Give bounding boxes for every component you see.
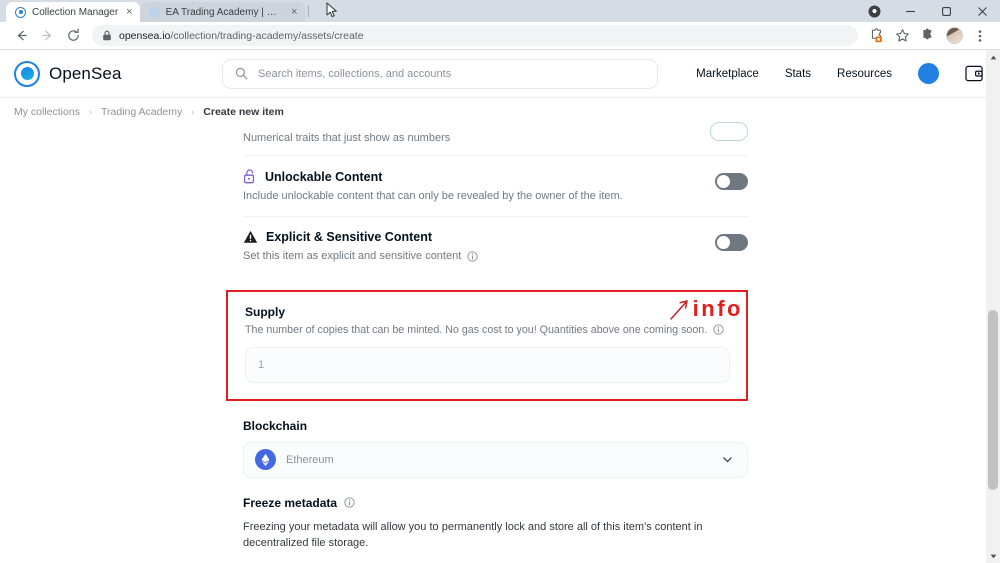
freeze-metadata-label: Freeze metadata: [243, 495, 338, 510]
wallet-icon[interactable]: [965, 65, 984, 82]
scroll-up-arrow-icon[interactable]: [986, 50, 1000, 64]
explicit-content-title-group: Explicit & Sensitive Content: [243, 230, 478, 244]
supply-input[interactable]: 1: [245, 346, 730, 383]
explicit-content-description: Set this item as explicit and sensitive …: [243, 249, 462, 262]
nav-link-stats[interactable]: Stats: [785, 68, 811, 80]
search-input[interactable]: Search items, collections, and accounts: [222, 58, 658, 89]
tab-divider: [307, 5, 309, 17]
forward-arrow-icon[interactable]: [34, 23, 60, 49]
supply-title: Supply: [245, 304, 286, 319]
close-button[interactable]: [964, 0, 1000, 22]
page-scrollbar[interactable]: [986, 50, 1000, 563]
supply-input-value: 1: [258, 358, 265, 371]
generic-page-favicon: [148, 6, 160, 18]
scroll-down-arrow-icon[interactable]: [986, 549, 1000, 563]
freeze-metadata-description: Freezing your metadata will allow you to…: [243, 520, 703, 550]
chevron-down-icon: [723, 457, 732, 463]
unlockable-content-toggle[interactable]: [715, 173, 748, 190]
address-bar[interactable]: opensea.io/collection/trading-academy/as…: [92, 25, 858, 46]
back-arrow-icon[interactable]: [8, 23, 34, 49]
explicit-content-toggle[interactable]: [715, 233, 748, 251]
browser-tab-ea-trading-academy[interactable]: EA Trading Academy | Online Co ×: [139, 2, 305, 22]
browser-toolbar: opensea.io/collection/trading-academy/as…: [0, 22, 1000, 50]
reload-icon[interactable]: [60, 23, 86, 49]
annotation-arrow-icon: [669, 299, 688, 320]
account-avatar-icon[interactable]: [918, 63, 939, 84]
opensea-logo-icon: [14, 60, 40, 87]
breadcrumb-separator: ›: [191, 107, 195, 117]
profile-avatar-icon[interactable]: [942, 24, 966, 48]
mouse-cursor-icon: [326, 2, 337, 18]
unlockable-content-title-group: Unlockable Content: [243, 169, 623, 184]
site-nav: Marketplace Stats Resources: [696, 63, 984, 84]
browser-window: Collection Manager × EA Trading Academy …: [0, 0, 1000, 563]
browser-tab-strip: Collection Manager × EA Trading Academy …: [0, 0, 1000, 22]
supply-description: The number of copies that can be minted.…: [245, 323, 708, 336]
numerical-traits-row: Numerical traits that just show as numbe…: [243, 122, 748, 156]
page-viewport: OpenSea Search items, collections, and a…: [0, 50, 1000, 563]
blockchain-selected-value: Ethereum: [286, 453, 334, 466]
breadcrumb: My collections › Trading Academy › Creat…: [0, 98, 1000, 126]
record-indicator-icon[interactable]: [856, 0, 892, 22]
brand-name: OpenSea: [49, 63, 122, 83]
blockchain-select[interactable]: Ethereum: [243, 441, 748, 478]
blockchain-section: Blockchain Ethereum: [243, 419, 748, 478]
extension-blocked-icon[interactable]: [864, 24, 888, 48]
window-controls: [856, 0, 1000, 22]
warning-triangle-icon: [243, 230, 258, 243]
opensea-brand[interactable]: OpenSea: [14, 60, 214, 87]
unlockable-content-description: Include unlockable content that can only…: [243, 190, 623, 202]
address-bar-text: opensea.io/collection/trading-academy/as…: [119, 30, 364, 42]
chrome-menu-icon[interactable]: [968, 24, 992, 48]
blockchain-label: Blockchain: [243, 418, 308, 433]
unlock-icon: [243, 169, 255, 184]
freeze-metadata-label-group: Freeze metadata: [243, 496, 748, 510]
unlockable-content-title: Unlockable Content: [265, 169, 383, 184]
search-icon: [235, 67, 248, 80]
breadcrumb-item-my-collections[interactable]: My collections: [14, 106, 80, 118]
info-icon[interactable]: [344, 497, 355, 508]
freeze-metadata-section: Freeze metadata Freezing your metadata w…: [243, 496, 748, 563]
opensea-header: OpenSea Search items, collections, and a…: [0, 50, 1000, 98]
bookmark-star-icon[interactable]: [890, 24, 914, 48]
extensions-puzzle-icon[interactable]: [916, 24, 940, 48]
tab-title: EA Trading Academy | Online Co: [165, 6, 284, 18]
supply-description-group: The number of copies that can be minted.…: [245, 324, 730, 336]
nav-link-resources[interactable]: Resources: [837, 68, 892, 80]
explicit-content-title: Explicit & Sensitive Content: [266, 229, 433, 244]
unlockable-content-row: Unlockable Content Include unlockable co…: [243, 156, 748, 217]
explicit-content-row: Explicit & Sensitive Content Set this it…: [243, 217, 748, 276]
tab-title: Collection Manager: [32, 6, 119, 18]
numerical-traits-description: Numerical traits that just show as numbe…: [243, 132, 451, 144]
breadcrumb-item-create-new-item: Create new item: [203, 106, 284, 118]
supply-annotation: info: [668, 296, 743, 322]
toolbar-icons: [864, 24, 992, 48]
url-path: /collection/trading-academy/assets/creat…: [170, 29, 364, 42]
search-placeholder: Search items, collections, and accounts: [258, 67, 452, 80]
url-host: opensea.io: [119, 29, 171, 42]
scrollbar-thumb[interactable]: [988, 310, 998, 490]
numerical-traits-add-button[interactable]: [710, 122, 748, 141]
explicit-content-description-group: Set this item as explicit and sensitive …: [243, 249, 478, 264]
annotation-label: info: [692, 295, 743, 321]
browser-tab-collection-manager[interactable]: Collection Manager ×: [6, 2, 140, 22]
info-icon[interactable]: [713, 324, 724, 335]
tab-close-icon[interactable]: ×: [289, 6, 297, 18]
opensea-favicon: [15, 6, 26, 18]
tab-close-icon[interactable]: ×: [124, 6, 132, 18]
breadcrumb-separator: ›: [88, 107, 92, 117]
lock-icon: [103, 30, 111, 41]
supply-section-highlighted: Supply The number of copies that can be …: [226, 289, 748, 401]
info-icon[interactable]: [467, 251, 478, 262]
maximize-button[interactable]: [928, 0, 964, 22]
nav-link-marketplace[interactable]: Marketplace: [696, 68, 759, 80]
minimize-button[interactable]: [892, 0, 928, 22]
breadcrumb-item-trading-academy[interactable]: Trading Academy: [101, 106, 182, 118]
create-item-form: Numerical traits that just show as numbe…: [0, 122, 1000, 563]
ethereum-icon: [255, 449, 276, 471]
